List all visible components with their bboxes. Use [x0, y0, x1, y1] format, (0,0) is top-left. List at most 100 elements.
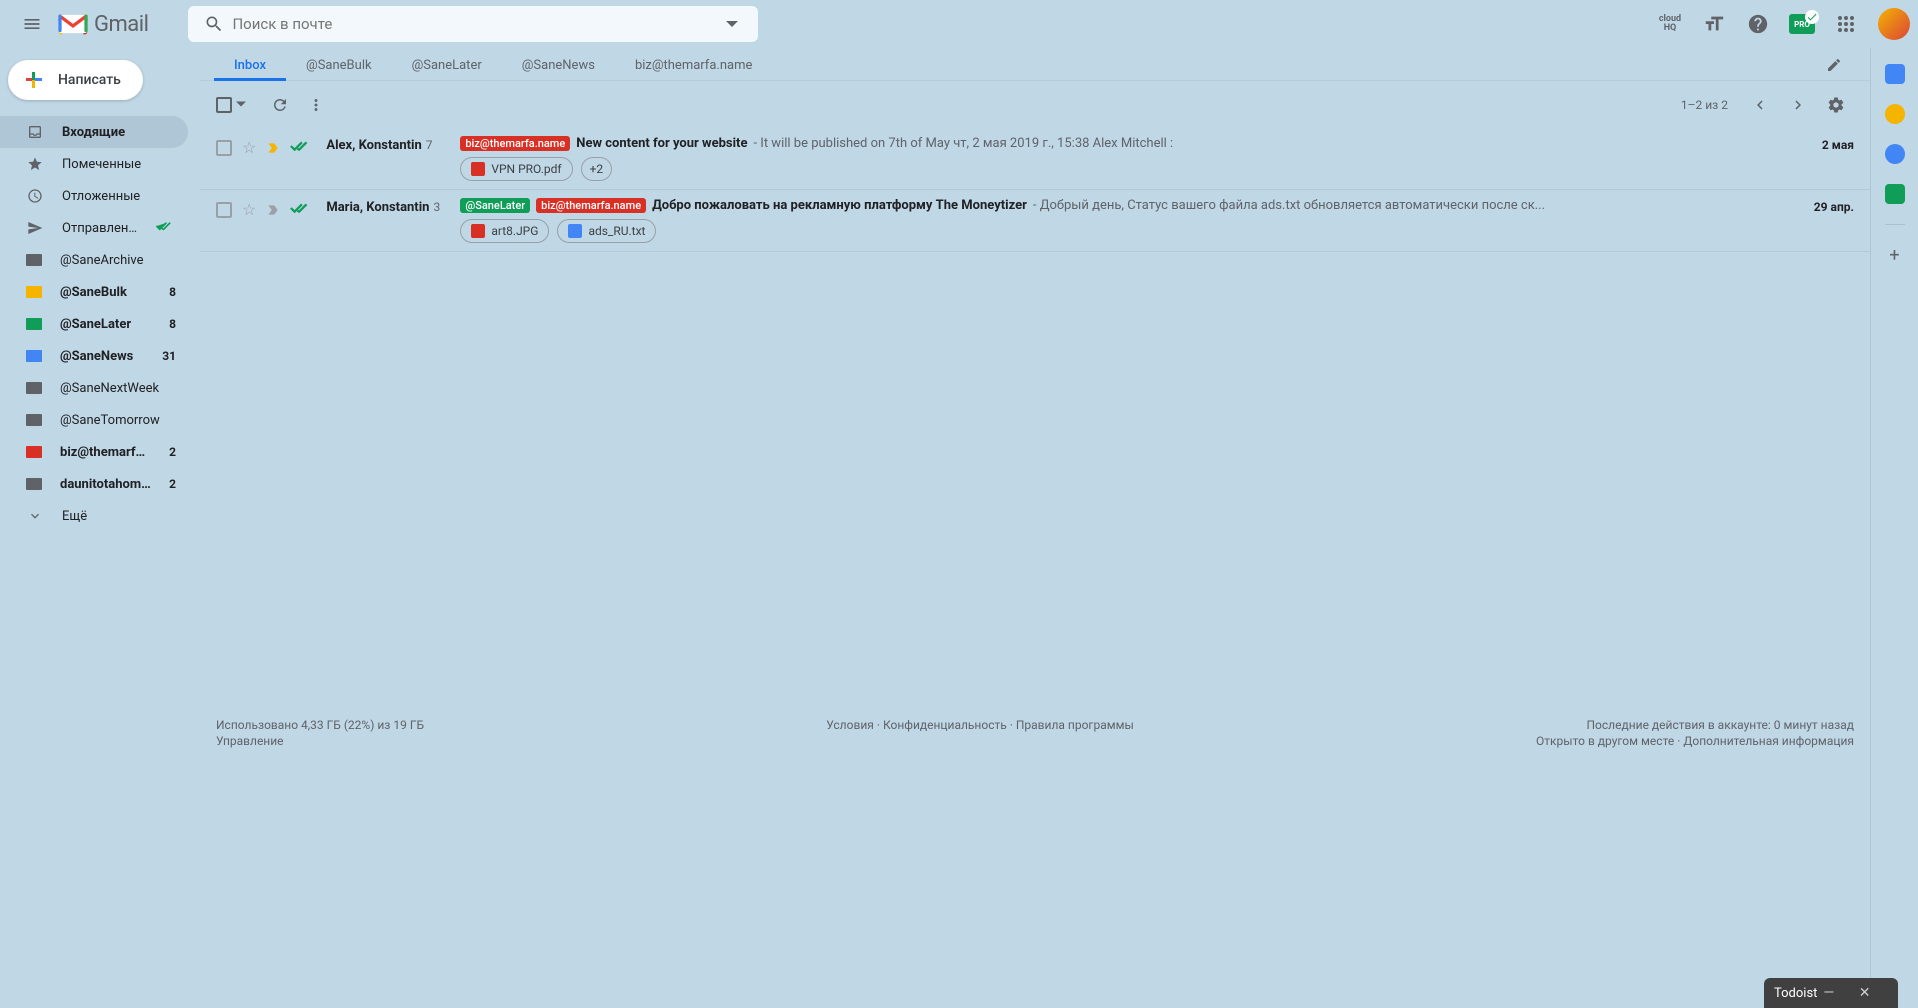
page-info: 1–2 из 2: [1681, 98, 1728, 112]
sidebar-label: biz@themarfa.name: [60, 445, 151, 460]
tab-sanenews[interactable]: @SaneNews: [502, 50, 615, 80]
minimize-icon[interactable]: —: [1823, 985, 1852, 1001]
more-button[interactable]: [298, 87, 334, 123]
tab-inbox[interactable]: Inbox: [214, 50, 286, 80]
sidebar-label: Отложенные: [62, 189, 176, 204]
header: Gmail cloudHQ PRO: [0, 0, 1918, 48]
sidebar-label: Отправленные: [62, 221, 138, 236]
toolbar: 1–2 из 2: [200, 80, 1870, 128]
attachment-chip[interactable]: ads_RU.txt: [557, 219, 656, 243]
details-link[interactable]: Дополнительная информация: [1683, 734, 1854, 748]
next-page-button[interactable]: [1780, 87, 1816, 123]
activity-info: Последние действия в аккаунте: 0 минут н…: [1536, 718, 1854, 732]
email-date: 2 мая: [1822, 136, 1854, 152]
select-dropdown[interactable]: [236, 97, 246, 113]
star-button[interactable]: ☆: [242, 200, 256, 219]
keep-addon[interactable]: [1885, 104, 1905, 124]
tab-bizthemarfaname[interactable]: biz@themarfa.name: [615, 50, 772, 80]
content-area: Inbox@SaneBulk@SaneLater@SaneNewsbiz@the…: [200, 48, 1870, 1008]
importance-marker[interactable]: [266, 141, 280, 155]
sidebar-item-sanenextweek[interactable]: @SaneNextWeek: [0, 372, 188, 404]
sidebar-count: 2: [169, 477, 176, 491]
privacy-link[interactable]: Конфиденциальность: [883, 718, 1007, 732]
sidebar-item-bizthemarfaname[interactable]: biz@themarfa.name2: [0, 436, 188, 468]
pro-badge[interactable]: PRO: [1782, 4, 1822, 44]
double-check-icon: [156, 219, 176, 237]
select-all-checkbox[interactable]: [216, 97, 232, 113]
search-options-button[interactable]: [714, 18, 750, 30]
sidebar-item-помеченные[interactable]: Помеченные: [0, 148, 188, 180]
folder-icon: [26, 446, 42, 458]
attachment-chip[interactable]: +2: [581, 157, 613, 181]
chevron-right-icon: [1789, 96, 1807, 114]
sidebar-label: @SaneTomorrow: [60, 413, 176, 428]
email-row[interactable]: ☆ Maria, Konstantin3 @SaneLaterbiz@thema…: [200, 190, 1870, 252]
gmail-logo[interactable]: Gmail: [56, 11, 148, 37]
search-box[interactable]: [188, 6, 758, 42]
cloudhq-button[interactable]: cloudHQ: [1650, 4, 1690, 44]
folder-icon: [26, 318, 42, 330]
sidebar-item-отправленные[interactable]: Отправленные: [0, 212, 188, 244]
calendar-addon[interactable]: [1885, 64, 1905, 84]
label-badge[interactable]: biz@themarfa.name: [536, 198, 646, 213]
folder-icon: [26, 350, 42, 362]
todoist-panel[interactable]: Todoist — ✕: [1764, 978, 1898, 1008]
refresh-button[interactable]: [262, 87, 298, 123]
email-row[interactable]: ☆ Alex, Konstantin7 biz@themarfa.nameNew…: [200, 128, 1870, 190]
sidebar-item-входящие[interactable]: Входящие: [0, 116, 188, 148]
sidebar-item-sanenews[interactable]: @SaneNews31: [0, 340, 188, 372]
get-addons-button[interactable]: +: [1889, 245, 1899, 266]
double-check-icon: [290, 139, 312, 157]
more-vert-icon: [307, 96, 325, 114]
sidebar-label: Входящие: [62, 125, 176, 140]
sidebar-item-daunitotahomasm[interactable]: daunitotahomas@m...2: [0, 468, 188, 500]
program-link[interactable]: Правила программы: [1016, 718, 1134, 732]
star-icon: [26, 156, 44, 172]
help-button[interactable]: [1738, 4, 1778, 44]
hamburger-menu-button[interactable]: [8, 0, 56, 48]
text-format-button[interactable]: [1694, 4, 1734, 44]
star-button[interactable]: ☆: [242, 138, 256, 157]
apps-button[interactable]: [1826, 4, 1866, 44]
email-date: 29 апр.: [1814, 198, 1854, 214]
sidebar-item-ещ[interactable]: Ещё: [0, 500, 188, 532]
addon-4[interactable]: [1885, 184, 1905, 204]
edit-tabs-button[interactable]: [1818, 50, 1850, 80]
sidebar-label: Помеченные: [62, 157, 176, 172]
clock-icon: [26, 188, 44, 204]
sidebar-item-sanetomorrow[interactable]: @SaneTomorrow: [0, 404, 188, 436]
account-avatar[interactable]: [1878, 8, 1910, 40]
sidebar-item-отложенные[interactable]: Отложенные: [0, 180, 188, 212]
label-badge[interactable]: biz@themarfa.name: [460, 136, 570, 151]
terms-link[interactable]: Условия: [826, 718, 874, 732]
tab-sanebulk[interactable]: @SaneBulk: [286, 50, 392, 80]
sidebar-item-sanebulk[interactable]: @SaneBulk8: [0, 276, 188, 308]
attachment-chip[interactable]: VPN PRO.pdf: [460, 157, 572, 181]
chevron-down-icon: [236, 99, 246, 109]
open-elsewhere-link[interactable]: Открыто в другом месте: [1536, 734, 1674, 748]
search-input[interactable]: [232, 15, 714, 33]
compose-button[interactable]: Написать: [8, 60, 143, 100]
manage-link[interactable]: Управление: [216, 734, 424, 748]
addons-sidebar: +: [1870, 48, 1918, 1008]
header-actions: cloudHQ PRO: [1650, 4, 1910, 44]
row-checkbox[interactable]: [216, 140, 232, 156]
search-icon[interactable]: [196, 14, 232, 34]
sidebar-item-sanelater[interactable]: @SaneLater8: [0, 308, 188, 340]
label-badge[interactable]: @SaneLater: [460, 198, 530, 213]
gmail-logo-text: Gmail: [94, 12, 148, 37]
gmail-logo-icon: [56, 11, 90, 37]
file-icon: [471, 224, 485, 238]
sidebar: Написать Входящие Помеченные Отложенные Отп…: [0, 48, 200, 1008]
prev-page-button[interactable]: [1742, 87, 1778, 123]
settings-button[interactable]: [1818, 87, 1854, 123]
importance-marker[interactable]: [266, 203, 280, 217]
row-checkbox[interactable]: [216, 202, 232, 218]
tasks-addon[interactable]: [1885, 144, 1905, 164]
sidebar-label: Ещё: [62, 509, 176, 524]
attachment-chip[interactable]: art8.JPG: [460, 219, 549, 243]
tab-sanelater[interactable]: @SaneLater: [392, 50, 502, 80]
sidebar-item-sanearchive[interactable]: @SaneArchive: [0, 244, 188, 276]
folder-icon: [26, 414, 42, 426]
close-icon[interactable]: ✕: [1859, 985, 1888, 1001]
